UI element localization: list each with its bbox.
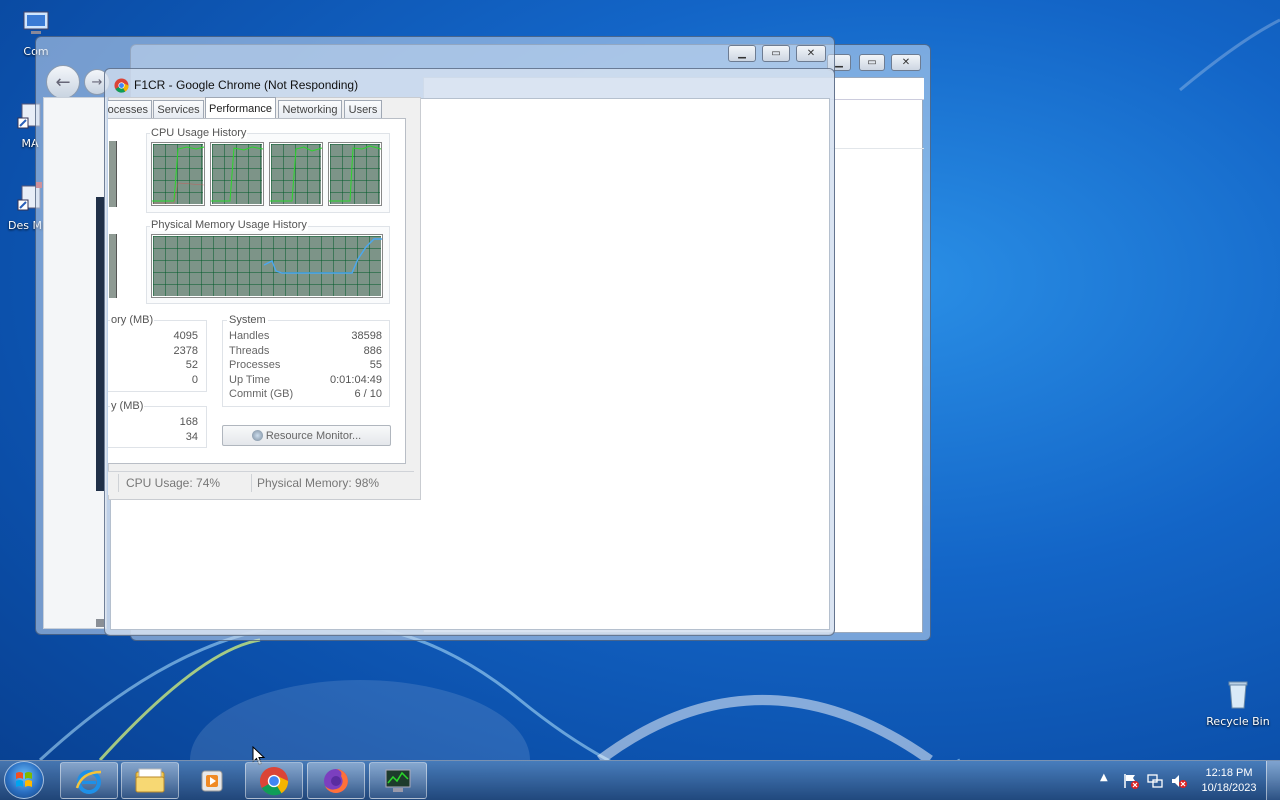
clock-time: 12:18 PM [1205,767,1253,779]
tab-services[interactable]: Services [153,100,204,118]
clock-date: 10/18/2023 [1201,782,1257,794]
system-processes-label: Processes [229,359,281,371]
show-hidden-icons-button[interactable]: ▲ [1100,772,1108,783]
cpu-core-1-kernel [152,182,205,204]
system-processes-value: 55 [369,359,382,371]
close-button[interactable]: ✕ [796,45,826,62]
taskbar-clock[interactable]: 12:18 PM 10/18/2023 [1196,766,1262,796]
kernel-memory-nonpaged: 34 [185,431,198,443]
minimize-button[interactable]: ▁ [728,45,756,62]
system-uptime-value: 0:01:04:49 [330,374,382,386]
close-button[interactable]: ✕ [891,54,921,71]
back-arrow-icon: ← [55,71,71,93]
forward-arrow-icon: → [91,74,103,90]
physical-memory-available: 52 [185,359,198,371]
start-button[interactable] [4,761,44,799]
physical-memory-free: 0 [191,374,198,386]
cpu-core-2-line [211,146,264,202]
task-manager-icon [385,769,411,792]
firefox-icon [324,768,348,793]
volume-muted-icon[interactable] [1170,772,1188,790]
network-icon[interactable] [1146,772,1164,790]
show-desktop-button[interactable] [1266,761,1280,800]
desktop-icon-recycle-bin[interactable]: Recycle Bin [1204,678,1272,728]
cpu-usage-gauge-partial [109,141,117,207]
taskbar-app-google-chrome[interactable] [245,762,303,799]
taskbar-app-file-explorer[interactable] [121,762,179,799]
back-button[interactable]: ← [46,65,80,99]
status-cpu-usage: CPU Usage: 74% [126,476,221,490]
physical-memory-title: ory (MB) [110,314,155,326]
sidebar-resize-grip[interactable] [96,619,104,627]
desktop-icon-label: Recycle Bin [1206,715,1270,728]
action-center-flag-icon[interactable] [1122,772,1140,790]
internet-explorer-icon [75,769,102,794]
cpu-history-lines [152,145,382,204]
taskbar-app-media-player[interactable] [183,762,241,799]
kernel-memory-paged: 168 [179,416,198,428]
memory-history-title: Physical Memory Usage History [150,219,308,231]
status-separator [251,474,252,492]
kernel-memory-title: y (MB) [110,400,145,412]
taskbar-app-task-manager[interactable] [369,762,427,799]
cpu-core-3-line [270,146,323,202]
tab-performance[interactable]: Performance [205,97,276,119]
cpu-core-1-line [152,146,205,202]
resource-monitor-label: Resource Monitor... [265,429,362,442]
maximize-button[interactable]: ▭ [762,45,790,62]
folder-icon [135,768,165,792]
cpu-core-4-line [329,145,382,202]
recycle-bin-icon [1228,681,1248,709]
maximize-button[interactable]: ▭ [859,54,885,71]
cpu-history-title: CPU Usage History [150,127,248,139]
taskbar-app-internet-explorer[interactable] [60,762,118,799]
physical-memory-cached: 2378 [173,345,198,357]
system-threads-label: Threads [229,345,270,357]
taskbar-app-firefox[interactable] [307,762,365,799]
system-handles-label: Handles [229,330,270,342]
tab-processes[interactable]: ocesses [108,100,152,118]
tab-networking[interactable]: Networking [278,100,342,118]
status-separator [118,474,119,492]
chrome-icon [259,766,289,795]
memory-usage-gauge-partial [109,234,117,298]
chrome-window-title: F1CR - Google Chrome (Not Responding) [134,78,359,92]
sidebar-scroll[interactable] [96,197,104,491]
windows-logo-icon [16,772,32,787]
physical-memory-total: 4095 [173,330,198,342]
system-commit-label: Commit (GB) [229,388,294,400]
system-title: System [227,314,268,326]
system-handles-value: 38598 [351,330,382,342]
resource-monitor-icon [251,430,263,441]
media-player-icon [201,770,223,791]
memory-history-line [263,238,382,274]
system-uptime-label: Up Time [229,374,270,386]
tab-users[interactable]: Users [344,100,382,118]
resource-monitor-button[interactable]: Resource Monitor... [222,425,391,446]
system-commit-value: 6 / 10 [354,388,382,400]
chrome-logo-icon [114,78,129,93]
status-physical-memory: Physical Memory: 98% [257,476,380,490]
system-threads-value: 886 [363,345,382,357]
